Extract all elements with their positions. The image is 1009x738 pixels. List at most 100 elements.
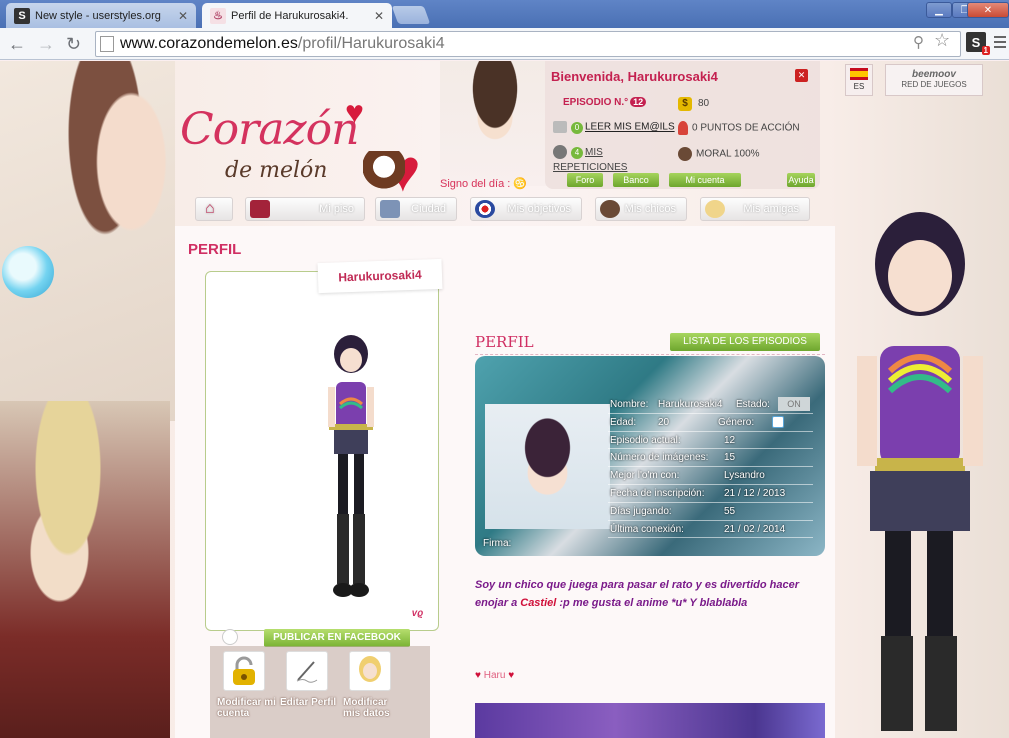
male-gender-icon [772, 415, 784, 428]
field-row-inscripcion: Fecha de inscripción: 21 / 12 / 2013 [608, 485, 813, 503]
forward-arrow-icon[interactable]: → [37, 34, 55, 54]
new-tab-button[interactable] [391, 6, 431, 24]
corazon-de-melon-logo[interactable]: Corazón de melón ♥ ♥ [175, 94, 445, 206]
field-key: Número de imágenes: [610, 452, 709, 464]
stylish-extension-icon[interactable]: S1 [966, 32, 990, 55]
nav-label: Mis chicos [624, 203, 676, 215]
reps-count-badge: 4 [571, 147, 583, 159]
field-key: Última conexión: [610, 523, 684, 535]
nav-mis-chicos[interactable]: Mis chicos [595, 197, 687, 221]
section-title: PERFIL [475, 333, 534, 351]
target-icon [475, 200, 495, 218]
nav-mis-objetivos[interactable]: Mis objetivos [470, 197, 582, 221]
bio-highlight: Castiel [520, 597, 557, 609]
signo-label: Signo del día : [440, 178, 511, 190]
field-key: Fecha de inscripción: [610, 487, 705, 499]
ayuda-button[interactable]: Ayuda [787, 173, 815, 187]
dollar-icon: $ [678, 97, 692, 111]
header-character-artwork [440, 61, 550, 186]
minimize-button[interactable]: ▁ [926, 2, 952, 18]
field-row-dias: Días jugando: 55 [608, 503, 813, 521]
userstyles-favicon-icon: S [14, 7, 30, 24]
vp-signature-icon: ᵥᵨ [412, 602, 424, 618]
account-panel: Bienvenida, Harukurosaki4 ✕ EPISODIO N.°… [545, 61, 820, 189]
tab-perfil[interactable]: ♨ Perfil de Harukurosaki4. ✕ [202, 3, 392, 28]
player-avatar-image [328, 335, 374, 597]
field-key: Nombre: [610, 399, 649, 410]
moral-text: MORAL 100% [696, 148, 760, 160]
beemoov-logo: beemoov [912, 69, 956, 80]
close-window-button[interactable]: ✕ [967, 2, 1009, 18]
boy-face-icon [600, 200, 620, 218]
extension-badge: 1 [981, 46, 990, 55]
field-key: Episodio actual: [610, 434, 681, 446]
modificar-datos-action[interactable]: Modificar mis datos [343, 651, 403, 719]
tab-title: New style - userstyles.org [35, 9, 161, 22]
house-icon: ⌂ [205, 200, 215, 217]
repetitions-link[interactable]: 4 MIS REPETICIONES [553, 145, 663, 175]
heart-icon: ♥ [345, 94, 364, 130]
action-label: Modificar mis datos [343, 697, 390, 719]
logo-sub-text: de melón [225, 158, 328, 183]
building-icon [380, 200, 400, 218]
status-badge: ON [778, 397, 810, 411]
editar-perfil-action[interactable]: Editar Perfil [280, 651, 340, 708]
flame-icon [678, 121, 688, 135]
nav-home[interactable]: ⌂ [195, 197, 233, 221]
action-label: Editar Perfil [280, 697, 337, 708]
foro-button[interactable]: Foro [567, 173, 603, 187]
pen-icon [286, 651, 328, 691]
logo-main-text: Corazón [180, 104, 359, 155]
bio-anime-image [475, 703, 825, 738]
firma-label: Firma: [483, 538, 512, 549]
back-arrow-icon[interactable]: ← [8, 34, 26, 54]
mail-label: LEER MIS EM@ILS [585, 121, 675, 133]
nav-mi-piso[interactable]: Mi piso [245, 197, 365, 221]
field-value: 15 [724, 452, 736, 464]
avatar-radio[interactable] [222, 629, 238, 645]
avatar-frame: ᵥᵨ [205, 271, 439, 631]
address-bar[interactable]: www.corazondemelon.es/profil/Harukurosak… [95, 31, 961, 57]
episode-indicator: EPISODIO N.° 12 [563, 97, 647, 108]
blue-sparkle-orb-icon [2, 246, 54, 298]
close-tab-icon[interactable]: ✕ [178, 9, 188, 23]
reload-icon[interactable]: ↻ [66, 34, 81, 54]
nav-label: Mis amigas [743, 203, 799, 215]
mail-link[interactable]: 0 LEER MIS EM@ILS [553, 121, 675, 134]
language-selector[interactable]: ES [845, 64, 873, 96]
girl-portrait-icon [349, 651, 391, 691]
facebook-share-button[interactable]: PUBLICAR EN FACEBOOK [264, 629, 410, 647]
episode-label: EPISODIO N.° [563, 97, 629, 108]
field-value: 21 / 12 / 2013 [724, 487, 786, 499]
chrome-menu-icon[interactable] [994, 36, 1006, 51]
tab-userstyles[interactable]: S New style - userstyles.org ✕ [6, 3, 196, 28]
episode-number: 12 [630, 97, 647, 107]
field-value: 12 [724, 434, 736, 446]
beemoov-link[interactable]: beemoov RED DE JUEGOS [885, 64, 983, 96]
close-tab-icon[interactable]: ✕ [374, 9, 384, 23]
banco-button[interactable]: Banco [613, 173, 659, 187]
cupcake-icon [363, 151, 405, 196]
profile-photo [485, 404, 610, 529]
mi-cuenta-button[interactable]: Mi cuenta [669, 173, 741, 187]
close-panel-icon[interactable]: ✕ [795, 69, 808, 82]
moral-indicator: MORAL 100% [678, 147, 760, 161]
film-reel-icon [553, 145, 567, 160]
coins-indicator: $80 [678, 97, 709, 111]
nav-ciudad[interactable]: Ciudad [375, 197, 457, 221]
episodes-list-button[interactable]: LISTA DE LOS EPISODIOS [670, 333, 820, 351]
field-value: Lysandro [724, 470, 765, 482]
anime-blond-boy-artwork [0, 401, 170, 738]
modificar-cuenta-action[interactable]: Modificar mi cuenta [217, 651, 277, 719]
zoom-search-icon[interactable]: ⚲ [913, 33, 924, 51]
signature-text: Haru [483, 670, 506, 681]
bio-text: :p me gusta el anime *u* Y blablabla [559, 597, 748, 609]
bookmark-star-icon[interactable]: ☆ [934, 30, 950, 51]
anime-boy-left-artwork [0, 61, 175, 421]
nav-mis-amigas[interactable]: Mis amigas [700, 197, 810, 221]
spain-flag-icon [850, 68, 868, 80]
welcome-message: Bienvenida, Harukurosaki4 [551, 69, 718, 84]
field-value: 55 [724, 505, 736, 517]
field-key: Mejor l'o'm con: [610, 470, 680, 482]
field-row-edad: Edad: 20 Género: [608, 414, 813, 432]
